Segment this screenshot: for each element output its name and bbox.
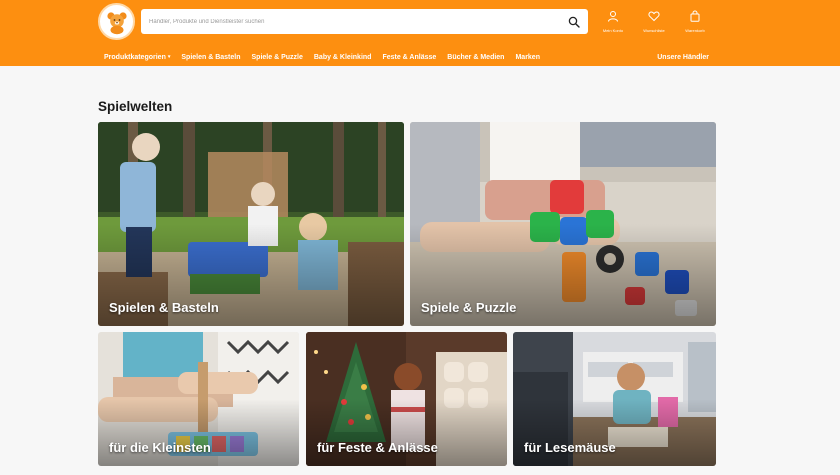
search-input[interactable] bbox=[149, 18, 568, 25]
nav-item-label: Spielen & Basteln bbox=[181, 53, 241, 61]
tile-gradient bbox=[306, 399, 507, 466]
nav-item-spiele-puzzle[interactable]: Spiele & Puzzle bbox=[252, 54, 303, 61]
search-icon[interactable] bbox=[568, 16, 580, 28]
cart-button[interactable]: Warenkorb bbox=[675, 10, 715, 33]
page-title: Spielwelten bbox=[98, 99, 173, 114]
user-icon bbox=[608, 11, 618, 22]
tile-label: für Feste & Anlässe bbox=[317, 440, 438, 455]
nav-item-label: Feste & Anlässe bbox=[382, 53, 437, 61]
tile-label: Spielen & Basteln bbox=[109, 300, 219, 315]
nav-item-feste-anlaesse[interactable]: Feste & Anlässe bbox=[382, 54, 436, 61]
tile-fuer-lesemaeuse[interactable]: für Lesemäuse bbox=[513, 332, 716, 466]
wishlist-label: Wunschliste bbox=[643, 28, 665, 33]
tile-spielen-basteln[interactable]: Spielen & Basteln bbox=[98, 122, 404, 326]
nav-item-label: Bücher & Medien bbox=[447, 53, 505, 61]
nav-item-buecher-medien[interactable]: Bücher & Medien bbox=[447, 54, 504, 61]
cart-label: Warenkorb bbox=[685, 28, 705, 33]
nav-item-label: Produktkategorien bbox=[104, 53, 166, 61]
account-button[interactable]: Mein Konto bbox=[593, 10, 633, 33]
tile-label: für Lesemäuse bbox=[524, 440, 616, 455]
tile-fuer-die-kleinsten[interactable]: für die Kleinsten bbox=[98, 332, 299, 466]
teddy-bear-icon bbox=[106, 11, 127, 34]
nav-item-label: Baby & Kleinkind bbox=[313, 53, 372, 61]
tile-gradient bbox=[513, 399, 716, 466]
tile-gradient bbox=[98, 399, 299, 466]
nav-item-marken[interactable]: Marken bbox=[515, 54, 540, 61]
site-header: Mein Konto Wunschliste Warenkorb Produkt… bbox=[0, 0, 840, 66]
wishlist-button[interactable]: Wunschliste bbox=[634, 10, 674, 33]
tile-spiele-puzzle[interactable]: Spiele & Puzzle bbox=[410, 122, 716, 326]
tile-label: Spiele & Puzzle bbox=[421, 300, 517, 315]
search-bar bbox=[141, 9, 588, 34]
tile-fuer-feste-anlaesse[interactable]: für Feste & Anlässe bbox=[306, 332, 507, 466]
category-nav: Produktkategorien ▾ Spielen & Basteln Sp… bbox=[104, 51, 710, 63]
nav-item-label: Spiele & Puzzle bbox=[251, 53, 303, 61]
our-dealers-link[interactable]: Unsere Händler bbox=[657, 51, 709, 63]
nav-item-spielen-basteln[interactable]: Spielen & Basteln bbox=[181, 54, 240, 61]
tile-label: für die Kleinsten bbox=[109, 440, 211, 455]
nav-item-baby-kleinkind[interactable]: Baby & Kleinkind bbox=[314, 54, 372, 61]
logo[interactable] bbox=[98, 3, 135, 40]
nav-item-produktkategorien[interactable]: Produktkategorien ▾ bbox=[104, 54, 170, 61]
heart-icon bbox=[648, 11, 660, 22]
chevron-down-icon: ▾ bbox=[167, 54, 171, 60]
nav-item-label: Marken bbox=[515, 53, 540, 61]
account-label: Mein Konto bbox=[602, 28, 624, 33]
shopping-bag-icon bbox=[690, 10, 700, 22]
